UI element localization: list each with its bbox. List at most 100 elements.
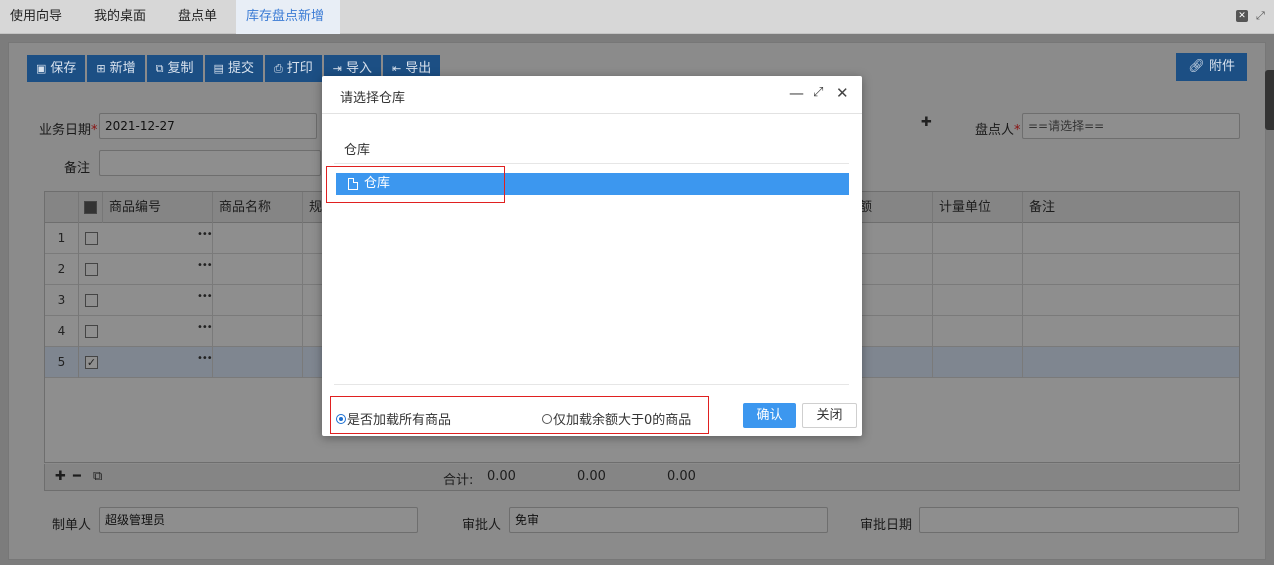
grid-header-name: 商品名称	[213, 192, 303, 223]
copy-button[interactable]: ⧉ 复制	[146, 55, 203, 82]
more-icon[interactable]: •••	[197, 229, 213, 240]
tab-guide[interactable]: 使用向导	[0, 0, 72, 34]
row-checkbox-checked[interactable]: ✓	[85, 356, 98, 369]
cell-unit[interactable]	[933, 347, 1023, 378]
add-row-icon[interactable]: ✚	[55, 469, 66, 484]
cell-code[interactable]: •••	[103, 316, 213, 347]
close-button[interactable]: 关闭	[802, 403, 857, 428]
side-handle[interactable]	[1265, 70, 1274, 130]
grid-header-unit: 计量单位	[933, 192, 1023, 223]
new-button[interactable]: ⊞ 新增	[87, 55, 145, 82]
document-icon: ▤	[213, 62, 224, 75]
plus-square-icon: ⊞	[96, 62, 106, 75]
cell-name[interactable]	[213, 223, 303, 254]
copy-row-icon[interactable]: ⧉	[93, 469, 102, 484]
copy-icon: ⧉	[155, 62, 164, 75]
tab-count-sheet[interactable]: 盘点单	[168, 0, 227, 34]
required-mark: *	[91, 123, 98, 138]
cell-name[interactable]	[213, 316, 303, 347]
approve-date-label: 审批日期	[860, 518, 913, 533]
cell-code[interactable]: •••	[103, 347, 213, 378]
total-value-3: 0.00	[667, 469, 696, 484]
row-checkbox[interactable]	[85, 294, 98, 307]
counter-select[interactable]: ==请选择==	[1022, 113, 1240, 139]
row-checkbox[interactable]	[85, 232, 98, 245]
cell-code[interactable]: •••	[103, 285, 213, 316]
dialog-header: 请选择仓库 — ⤢ ✕	[322, 76, 862, 114]
biz-date-label: 业务日期*	[39, 119, 98, 138]
cell-amount[interactable]	[853, 347, 933, 378]
print-icon: ⎙	[273, 62, 283, 75]
biz-date-input[interactable]: 2021-12-27	[99, 113, 317, 139]
more-icon[interactable]: •••	[197, 322, 213, 333]
print-label: 打印	[286, 61, 313, 76]
creator-input[interactable]: 超级管理员	[99, 507, 418, 533]
tab-desktop[interactable]: 我的桌面	[84, 0, 156, 34]
more-icon[interactable]: •••	[197, 353, 213, 364]
close-icon[interactable]: ✕	[836, 84, 849, 102]
cell-unit[interactable]	[933, 285, 1023, 316]
total-value-2: 0.00	[577, 469, 606, 484]
creator-label: 制单人	[52, 518, 92, 533]
cell-name[interactable]	[213, 254, 303, 285]
cell-code[interactable]: •••	[103, 254, 213, 285]
row-number: 4	[45, 316, 79, 347]
submit-button[interactable]: ▤ 提交	[204, 55, 263, 82]
highlight-box-options	[330, 396, 709, 434]
more-icon[interactable]: •••	[197, 260, 213, 271]
remark-label: 备注	[64, 161, 91, 176]
close-tabs-icon[interactable]: ✕	[1236, 10, 1248, 22]
biz-date-label-text: 业务日期	[39, 123, 92, 138]
maximize-icon[interactable]: ⤢	[813, 85, 823, 100]
more-icon[interactable]: •••	[197, 291, 213, 302]
save-icon: ▣	[36, 62, 47, 75]
cell-name[interactable]	[213, 285, 303, 316]
remove-row-icon[interactable]: ━	[73, 469, 81, 484]
cell-unit[interactable]	[933, 316, 1023, 347]
save-label: 保存	[50, 61, 77, 76]
grid-header-num	[45, 192, 79, 223]
cell-amount[interactable]	[853, 223, 933, 254]
grid-header-code: 商品编号	[103, 192, 213, 223]
attach-button[interactable]: 🔗︎ 附件	[1176, 53, 1247, 81]
fullscreen-icon[interactable]: ⤢	[1256, 10, 1268, 22]
cell-code[interactable]: •••	[103, 223, 213, 254]
cell-name[interactable]	[213, 347, 303, 378]
grid-footer: ✚ ━ ⧉ 合计: 0.00 0.00 0.00	[44, 464, 1240, 491]
attach-label: 附件	[1208, 59, 1235, 74]
tab-stock-count-new[interactable]: 库存盘点新增	[236, 0, 340, 34]
row-checkbox[interactable]	[85, 263, 98, 276]
add-icon[interactable]: ✚	[921, 115, 932, 130]
row-number: 2	[45, 254, 79, 285]
select-warehouse-dialog: 请选择仓库 — ⤢ ✕ 仓库 仓库 是否加载所有商品 仅加载余额大于0的商品 确…	[322, 76, 862, 436]
cell-amount[interactable]	[853, 254, 933, 285]
row-number: 1	[45, 223, 79, 254]
required-mark-2: *	[1014, 123, 1021, 138]
row-number: 5	[45, 347, 79, 378]
total-value-1: 0.00	[487, 469, 516, 484]
highlight-box-tree	[326, 166, 505, 203]
cell-amount[interactable]	[853, 285, 933, 316]
grid-header-check[interactable]	[79, 192, 103, 223]
select-all-checkbox[interactable]	[84, 201, 97, 214]
approve-date-input[interactable]	[919, 507, 1239, 533]
cell-unit[interactable]	[933, 254, 1023, 285]
save-button[interactable]: ▣ 保存	[27, 55, 86, 82]
approver-label: 审批人	[462, 518, 502, 533]
approver-input[interactable]: 免审	[509, 507, 828, 533]
grid-header-amount: 额	[853, 192, 933, 223]
print-button[interactable]: ⎙ 打印	[264, 55, 322, 82]
cell-amount[interactable]	[853, 316, 933, 347]
remark-input[interactable]	[99, 150, 321, 176]
grid-header-remark: 备注	[1029, 200, 1056, 215]
dialog-title: 请选择仓库	[340, 91, 406, 106]
row-number: 3	[45, 285, 79, 316]
divider	[334, 384, 849, 385]
confirm-button[interactable]: 确认	[743, 403, 796, 428]
cell-unit[interactable]	[933, 223, 1023, 254]
warehouse-section-title: 仓库	[344, 143, 371, 158]
minimize-icon[interactable]: —	[789, 84, 804, 102]
copy-label: 复制	[167, 61, 194, 76]
row-checkbox[interactable]	[85, 325, 98, 338]
total-label: 合计:	[443, 473, 474, 488]
